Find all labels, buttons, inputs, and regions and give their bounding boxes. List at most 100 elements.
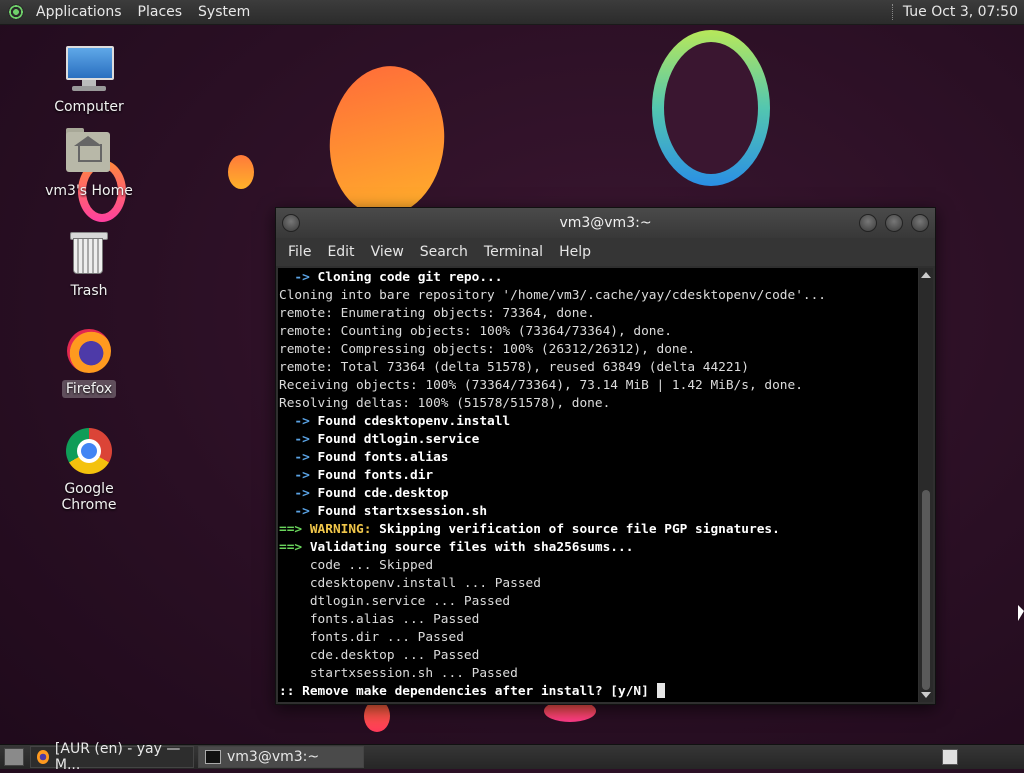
desktop-icon-trash[interactable]: Trash [34,228,144,300]
wallpaper-blob [228,155,254,189]
line-text: fonts.dir ... Passed [279,630,464,645]
terminal-line: cde.desktop ... Passed [279,647,918,665]
desktop-icon-label: Google Chrome [61,481,117,513]
terminal-line: dtlogin.service ... Passed [279,593,918,611]
system-menu[interactable]: System [190,4,258,20]
terminal-scrollbar[interactable] [919,268,933,702]
line-text: Found dtlogin.service [317,432,480,447]
line-prefix: -> [279,432,318,447]
panel-separator [891,4,895,20]
terminal-line: :: Remove make dependencies after instal… [279,683,918,701]
desktop-icon-computer[interactable]: Computer [34,44,144,116]
terminal-line: -> Found fonts.dir [279,467,918,485]
distro-logo-icon[interactable] [8,4,24,20]
top-panel: Applications Places System Tue Oct 3, 07… [0,0,1024,25]
desktop-icon-chrome[interactable]: Google Chrome [34,426,144,514]
window-titlebar[interactable]: vm3@vm3:~ [276,208,935,238]
line-text: startxsession.sh ... Passed [279,666,518,681]
desktop-icon-label: vm3's Home [45,183,133,199]
line-prefix: ==> [279,522,310,537]
line-text: Cloning code git repo... [317,270,503,285]
places-menu[interactable]: Places [130,4,191,20]
terminal-line: -> Found cdesktopenv.install [279,413,918,431]
clock[interactable]: Tue Oct 3, 07:50 [903,4,1018,20]
clock-area: Tue Oct 3, 07:50 [891,4,1024,20]
line-text: remote: Total 73364 (delta 51578), reuse… [279,360,749,375]
line-prefix: -> [279,414,318,429]
menu-view[interactable]: View [363,244,412,260]
firefox-icon [64,326,114,376]
wallpaper-ring [652,30,770,186]
terminal-line: -> Found startxsession.sh [279,503,918,521]
prompt-text: :: Remove make dependencies after instal… [279,684,657,699]
terminal-line: ==> Validating source files with sha256s… [279,539,918,557]
line-prefix: -> [279,504,318,519]
terminal-line: code ... Skipped [279,557,918,575]
terminal-line: -> Found cde.desktop [279,485,918,503]
mouse-pointer-icon [1018,605,1024,621]
menu-search[interactable]: Search [412,244,476,260]
computer-icon [64,44,114,94]
window-title: vm3@vm3:~ [559,215,652,231]
menu-help[interactable]: Help [551,244,599,260]
home-folder-icon [64,128,114,178]
warning-label: WARNING: [309,522,372,537]
line-prefix: -> [279,486,318,501]
applications-menu[interactable]: Applications [28,4,130,20]
maximize-button[interactable] [885,214,903,232]
wallpaper-blob [322,60,452,222]
line-text: Skipping verification of source file PGP… [371,522,780,537]
window-menu-button[interactable] [282,214,300,232]
line-prefix: -> [279,270,318,285]
line-text: remote: Enumerating objects: 73364, done… [279,306,595,321]
line-text: dtlogin.service ... Passed [279,594,511,609]
terminal-line: ==> WARNING: Skipping verification of so… [279,521,918,539]
desktop-icon-firefox[interactable]: Firefox [34,326,144,398]
terminal-line: remote: Total 73364 (delta 51578), reuse… [279,359,918,377]
minimize-button[interactable] [859,214,877,232]
terminal-menubar: File Edit View Search Terminal Help [276,238,935,266]
line-text: Found fonts.alias [317,450,449,465]
line-text: remote: Counting objects: 100% (73364/73… [279,324,672,339]
desktop-icon-label: Computer [54,99,124,115]
terminal-line: fonts.dir ... Passed [279,629,918,647]
menu-file[interactable]: File [280,244,319,260]
terminal-line: Cloning into bare repository '/home/vm3/… [279,287,918,305]
scroll-down-icon[interactable] [921,692,931,698]
line-text: remote: Compressing objects: 100% (26312… [279,342,696,357]
line-text: code ... Skipped [279,558,434,573]
terminal-line: remote: Counting objects: 100% (73364/73… [279,323,918,341]
terminal-icon [205,750,221,764]
bottom-panel: [AUR (en) - yay — M... vm3@vm3:~ [0,741,1024,773]
line-text: cdesktopenv.install ... Passed [279,576,541,591]
close-button[interactable] [911,214,929,232]
taskbar-item-firefox[interactable]: [AUR (en) - yay — M... [30,741,194,773]
scrollbar-thumb[interactable] [922,490,930,690]
terminal-output[interactable]: -> Cloning code git repo... Cloning into … [278,268,918,702]
taskbar-item-label: [AUR (en) - yay — M... [54,741,181,773]
terminal-line: Resolving deltas: 100% (51578/51578), do… [279,395,918,413]
text-cursor [656,683,665,698]
trash-icon [64,228,114,278]
taskbar-item-terminal[interactable]: vm3@vm3:~ [198,746,364,768]
terminal-line: remote: Enumerating objects: 73364, done… [279,305,918,323]
menu-terminal[interactable]: Terminal [476,244,551,260]
line-text: Found fonts.dir [317,468,434,483]
line-text: Receiving objects: 100% (73364/73364), 7… [279,378,803,393]
menu-edit[interactable]: Edit [319,244,362,260]
top-menu: Applications Places System [28,0,258,24]
line-text: Resolving deltas: 100% (51578/51578), do… [279,396,611,411]
line-text: Found startxsession.sh [317,504,488,519]
desktop-icon-home[interactable]: vm3's Home [34,128,144,200]
workspace-switcher[interactable] [942,749,958,765]
scroll-up-icon[interactable] [921,272,931,278]
firefox-icon [37,750,49,764]
terminal-line: fonts.alias ... Passed [279,611,918,629]
show-desktop-icon[interactable] [4,748,24,766]
terminal-window[interactable]: vm3@vm3:~ File Edit View Search Terminal… [275,207,936,705]
line-prefix: -> [279,450,318,465]
desktop-icon-label: Firefox [61,380,117,398]
terminal-line: -> Found dtlogin.service [279,431,918,449]
line-prefix: ==> [279,540,310,555]
line-text: Validating source files with sha256sums.… [309,540,634,555]
